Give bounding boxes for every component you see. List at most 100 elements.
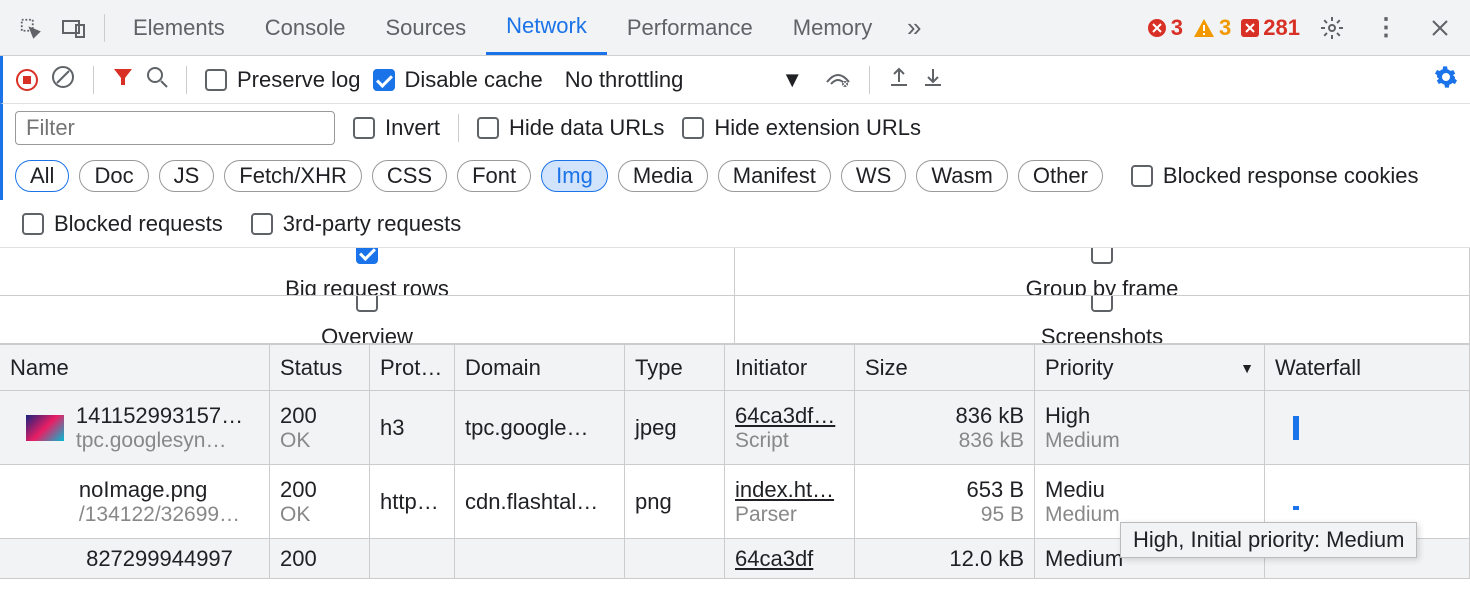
network-toolbar: Preserve log Disable cache No throttling…	[0, 56, 1470, 104]
domain: cdn.flashtal…	[465, 489, 614, 515]
issues-count-value: 281	[1263, 15, 1300, 41]
pill-js[interactable]: JS	[159, 160, 215, 192]
pill-manifest[interactable]: Manifest	[718, 160, 831, 192]
error-count-value: 3	[1171, 15, 1183, 41]
col-waterfall[interactable]: Waterfall	[1265, 345, 1470, 391]
screenshots-checkbox[interactable]	[1091, 296, 1113, 312]
hide-data-urls-checkbox[interactable]	[477, 117, 499, 139]
error-count[interactable]: 3	[1147, 15, 1183, 41]
initiator-link[interactable]: 64ca3df…	[735, 403, 844, 429]
col-status[interactable]: Status	[270, 345, 370, 391]
col-protocol[interactable]: Prot…	[370, 345, 455, 391]
preserve-log-checkbox[interactable]	[205, 69, 227, 91]
waterfall-bar	[1293, 416, 1299, 440]
settings-icon[interactable]	[1310, 6, 1354, 50]
col-type[interactable]: Type	[625, 345, 725, 391]
protocol: http…	[380, 489, 444, 515]
invert-label[interactable]: Invert	[385, 115, 440, 141]
tab-console[interactable]: Console	[245, 0, 366, 55]
warning-count-value: 3	[1219, 15, 1231, 41]
chevron-down-icon: ▼	[781, 67, 803, 93]
screenshots-label[interactable]: Screenshots	[1041, 324, 1163, 345]
size: 653 B	[967, 477, 1025, 503]
tab-elements[interactable]: Elements	[113, 0, 245, 55]
download-har-icon[interactable]	[922, 66, 944, 94]
warning-count[interactable]: 3	[1193, 15, 1231, 41]
blocked-cookies-label[interactable]: Blocked response cookies	[1163, 163, 1419, 189]
kebab-menu-icon[interactable]: ⋮	[1364, 6, 1408, 50]
pill-doc[interactable]: Doc	[79, 160, 148, 192]
panel-settings-icon[interactable]	[1434, 65, 1458, 95]
request-path: tpc.googlesyn…	[76, 429, 243, 453]
disable-cache-label[interactable]: Disable cache	[405, 67, 543, 93]
pill-css[interactable]: CSS	[372, 160, 447, 192]
record-button[interactable]	[15, 68, 39, 92]
pill-ws[interactable]: WS	[841, 160, 906, 192]
request-path: /134122/32699…	[79, 503, 240, 527]
third-party-checkbox[interactable]	[251, 213, 273, 235]
filter-icon[interactable]	[112, 66, 134, 94]
hide-ext-urls-label[interactable]: Hide extension URLs	[714, 115, 921, 141]
col-name[interactable]: Name	[0, 345, 270, 391]
filter-input[interactable]	[15, 111, 335, 145]
clear-button[interactable]	[51, 65, 75, 95]
pill-other[interactable]: Other	[1018, 160, 1103, 192]
blocked-requests-label[interactable]: Blocked requests	[54, 211, 223, 237]
close-icon[interactable]	[1418, 6, 1462, 50]
hide-data-urls-label[interactable]: Hide data URLs	[509, 115, 664, 141]
tab-network[interactable]: Network	[486, 0, 607, 55]
initiator-link[interactable]: 64ca3df	[735, 546, 844, 572]
initiator-link[interactable]: index.ht…	[735, 477, 844, 503]
group-frame-checkbox[interactable]	[1091, 248, 1113, 264]
disable-cache-checkbox[interactable]	[373, 69, 395, 91]
invert-checkbox[interactable]	[353, 117, 375, 139]
size-decoded: 836 kB	[959, 429, 1024, 453]
throttling-value: No throttling	[565, 67, 684, 93]
devtools-tabbar: Elements Console Sources Network Perform…	[0, 0, 1470, 56]
priority: High	[1045, 403, 1254, 429]
filter-bar: Invert Hide data URLs Hide extension URL…	[0, 104, 1470, 152]
inspect-icon[interactable]	[8, 6, 52, 50]
col-priority[interactable]: Priority▼	[1035, 345, 1265, 391]
network-conditions-icon[interactable]	[825, 66, 851, 94]
issues-count[interactable]: 281	[1241, 15, 1300, 41]
tab-memory[interactable]: Memory	[773, 0, 892, 55]
col-initiator[interactable]: Initiator	[725, 345, 855, 391]
resource-type-filters: All Doc JS Fetch/XHR CSS Font Img Media …	[0, 152, 1470, 200]
size: 836 kB	[956, 403, 1025, 429]
pill-media[interactable]: Media	[618, 160, 708, 192]
overview-checkbox[interactable]	[356, 296, 378, 312]
divider	[93, 66, 94, 94]
pill-all[interactable]: All	[15, 160, 69, 192]
upload-har-icon[interactable]	[888, 66, 910, 94]
big-rows-label[interactable]: Big request rows	[285, 276, 449, 297]
initiator-type: Script	[735, 429, 844, 453]
status-code: 200	[280, 477, 359, 503]
third-party-label[interactable]: 3rd-party requests	[283, 211, 462, 237]
group-frame-label[interactable]: Group by frame	[1026, 276, 1179, 297]
divider	[104, 14, 105, 42]
blocked-requests-checkbox[interactable]	[22, 213, 44, 235]
overview-label[interactable]: Overview	[321, 324, 413, 345]
preserve-log-label[interactable]: Preserve log	[237, 67, 361, 93]
device-toggle-icon[interactable]	[52, 6, 96, 50]
blocked-cookies-checkbox[interactable]	[1131, 165, 1153, 187]
sort-indicator-icon: ▼	[1240, 360, 1254, 376]
type: jpeg	[635, 415, 714, 441]
hide-ext-urls-checkbox[interactable]	[682, 117, 704, 139]
pill-font[interactable]: Font	[457, 160, 531, 192]
col-domain[interactable]: Domain	[455, 345, 625, 391]
pill-img[interactable]: Img	[541, 160, 608, 192]
tab-performance[interactable]: Performance	[607, 0, 773, 55]
tab-sources[interactable]: Sources	[365, 0, 486, 55]
pill-wasm[interactable]: Wasm	[916, 160, 1008, 192]
big-rows-checkbox[interactable]	[356, 248, 378, 264]
col-size[interactable]: Size	[855, 345, 1035, 391]
divider	[869, 66, 870, 94]
search-icon[interactable]	[146, 66, 168, 94]
throttling-dropdown[interactable]: No throttling ▼	[555, 67, 813, 93]
pill-fetchxhr[interactable]: Fetch/XHR	[224, 160, 362, 192]
view-options: Big request rows Group by frame Overview…	[0, 248, 1470, 345]
request-name: 827299944997	[86, 546, 233, 572]
more-tabs-icon[interactable]: »	[892, 6, 936, 50]
